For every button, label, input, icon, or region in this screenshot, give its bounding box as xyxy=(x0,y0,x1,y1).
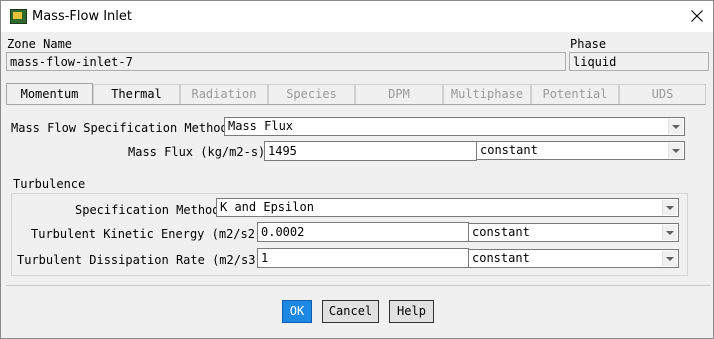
turbulence-spec-label: Specification Method xyxy=(75,203,220,217)
turbulence-spec-value: K and Epsilon xyxy=(220,200,314,214)
mass-flux-method-dropdown[interactable]: constant xyxy=(476,141,685,160)
tab-radiation[interactable]: Radiation xyxy=(180,84,268,104)
tab-thermal[interactable]: Thermal xyxy=(93,84,180,104)
tdr-method-value: constant xyxy=(472,251,530,265)
window-title: Mass-Flow Inlet xyxy=(32,9,133,24)
tab-multiphase[interactable]: Multiphase xyxy=(443,84,531,104)
close-icon xyxy=(691,10,703,22)
tab-dpm[interactable]: DPM xyxy=(355,84,443,104)
mass-flux-label: Mass Flux (kg/m2-s) xyxy=(128,145,266,159)
chevron-down-icon xyxy=(662,225,677,240)
chevron-down-icon xyxy=(668,119,683,134)
cancel-button[interactable]: Cancel xyxy=(322,300,379,323)
tab-uds[interactable]: UDS xyxy=(619,84,706,104)
close-button[interactable] xyxy=(683,4,711,28)
ok-button[interactable]: OK xyxy=(282,300,312,323)
tdr-input[interactable]: 1 xyxy=(257,248,469,268)
tke-input[interactable]: 0.0002 xyxy=(257,222,469,242)
mass-flow-spec-value: Mass Flux xyxy=(228,119,294,133)
tke-label: Turbulent Kinetic Energy (m2/s2) xyxy=(31,227,263,241)
chevron-down-icon xyxy=(662,251,677,266)
zone-name-label: Zone Name xyxy=(7,37,73,51)
phase-field[interactable]: liquid xyxy=(569,52,709,71)
tke-method-dropdown[interactable]: constant xyxy=(468,223,679,242)
tab-momentum[interactable]: Momentum xyxy=(6,83,93,104)
tab-species[interactable]: Species xyxy=(268,84,355,104)
title-bar: Mass-Flow Inlet xyxy=(1,1,713,32)
mass-flow-spec-dropdown[interactable]: Mass Flux xyxy=(224,117,685,136)
fluent-app-icon xyxy=(10,9,27,24)
button-divider xyxy=(6,285,711,286)
turbulence-spec-dropdown[interactable]: K and Epsilon xyxy=(216,198,679,217)
mass-flow-spec-label: Mass Flow Specification Method xyxy=(11,121,228,135)
tke-method-value: constant xyxy=(472,225,530,239)
phase-label: Phase xyxy=(570,37,607,51)
chevron-down-icon xyxy=(668,143,683,158)
tdr-label: Turbulent Dissipation Rate (m2/s3) xyxy=(17,253,263,267)
tab-bar: Momentum Thermal Radiation Species DPM M… xyxy=(6,83,706,104)
turbulence-heading: Turbulence xyxy=(13,177,86,191)
mass-flux-input[interactable]: 1495 xyxy=(264,141,477,161)
mass-flow-inlet-dialog: Mass-Flow Inlet Zone Name mass-flow-inle… xyxy=(0,0,714,339)
zone-name-field[interactable]: mass-flow-inlet-7 xyxy=(6,52,566,71)
tab-potential[interactable]: Potential xyxy=(531,84,619,104)
chevron-down-icon xyxy=(662,200,677,215)
help-button[interactable]: Help xyxy=(389,300,434,323)
tab-divider xyxy=(6,104,706,105)
tdr-method-dropdown[interactable]: constant xyxy=(468,249,679,268)
mass-flux-method-value: constant xyxy=(480,143,538,157)
